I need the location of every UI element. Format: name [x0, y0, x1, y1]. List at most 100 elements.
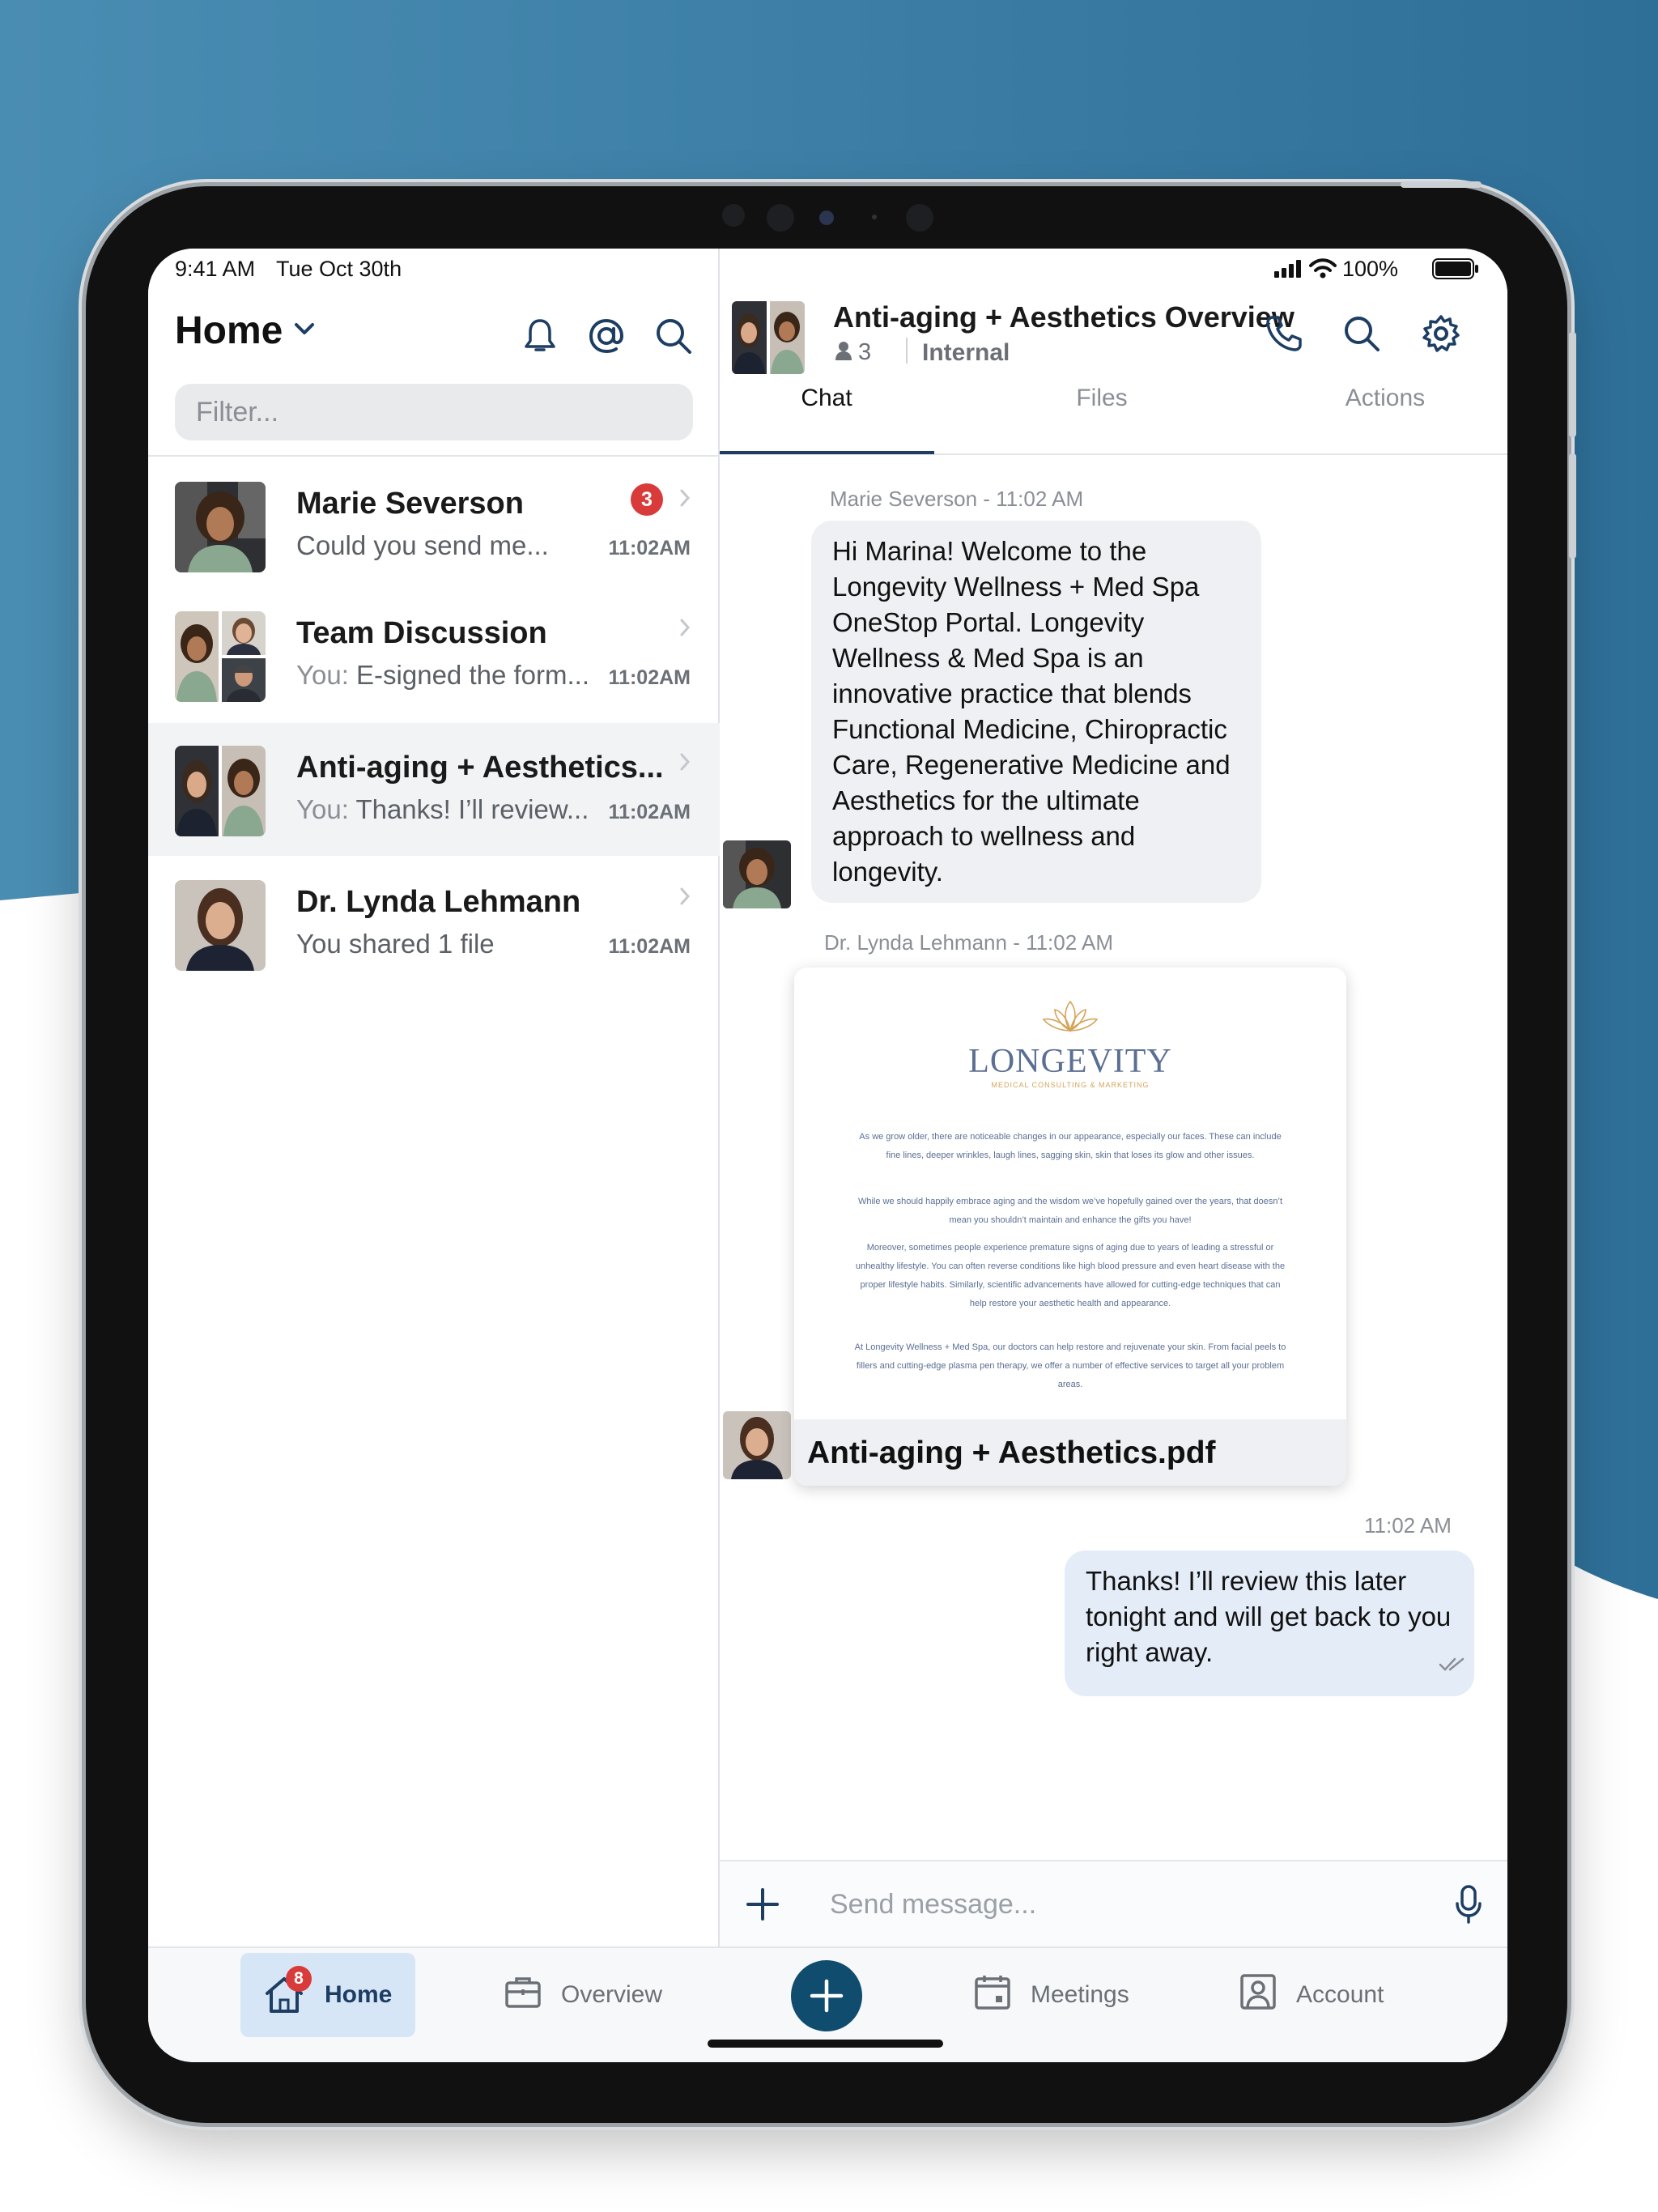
microphone-icon[interactable]: [1448, 1882, 1489, 1926]
file-attachment[interactable]: LONGEVITY MEDICAL CONSULTING & MARKETING…: [794, 968, 1346, 1486]
tab-label: Home: [325, 1981, 393, 2008]
message-bubble[interactable]: Hi Marina! Welcome to the Longevity Well…: [811, 521, 1261, 903]
chevron-right-icon: [679, 618, 691, 641]
conversation-name: Team Discussion: [296, 616, 547, 650]
conversation-time: 11:02AM: [608, 666, 691, 689]
tab-account[interactable]: Account: [1239, 1953, 1418, 2037]
signal-icon: [1274, 260, 1303, 282]
sender-avatar: [723, 840, 791, 908]
status-time: 9:41 AM: [175, 257, 256, 281]
active-tab-indicator: [720, 451, 934, 454]
tab-meetings[interactable]: Meetings: [974, 1953, 1168, 2037]
logo-tagline: MEDICAL CONSULTING & MARKETING: [991, 1081, 1150, 1089]
conversation-preview: You: Thanks! I’ll review...: [296, 794, 589, 825]
header-separator: [906, 338, 908, 364]
conversation-name: Marie Severson: [296, 487, 524, 521]
person-icon: [835, 341, 852, 364]
logo-wordmark: LONGEVITY: [968, 1043, 1172, 1080]
document-preview: LONGEVITY MEDICAL CONSULTING & MARKETING…: [794, 968, 1346, 1419]
visibility-label: Internal: [922, 339, 1010, 366]
bell-icon[interactable]: [516, 312, 564, 360]
conversation-time: 11:02AM: [608, 935, 691, 958]
search-icon[interactable]: [648, 310, 699, 362]
tab-actions[interactable]: Actions: [1278, 385, 1492, 412]
screen: 9:41 AM Tue Oct 30th Home Filter... Mari…: [148, 249, 1507, 2062]
file-name: Anti-aging + Aesthetics.pdf: [794, 1419, 1346, 1486]
conversation-name: Dr. Lynda Lehmann: [296, 885, 581, 919]
conversation-name: Anti-aging + Aesthetics...: [296, 751, 664, 785]
avatar: [175, 880, 266, 971]
document-paragraph: While we should happily embrace aging an…: [857, 1197, 1283, 1225]
conversation-preview: You: E-signed the form...: [296, 660, 589, 691]
conversation-preview: Could you send me...: [296, 530, 549, 560]
conversation-marie-severson[interactable]: Marie Severson 3 Could you send me... 11…: [148, 459, 720, 592]
calendar-icon: [974, 1973, 1011, 2017]
message-meta: 11:02 AM: [1364, 1513, 1452, 1538]
tab-label: Overview: [561, 1981, 663, 2008]
battery-icon: [1432, 258, 1479, 283]
flash: [906, 204, 933, 232]
chat-title: Anti-aging + Aesthetics Overview: [833, 300, 1295, 334]
message-meta: Dr. Lynda Lehmann - 11:02 AM: [824, 930, 1113, 955]
conversation-list-pane: 9:41 AM Tue Oct 30th Home Filter... Mari…: [148, 249, 720, 1946]
document-paragraph: As we grow older, there are noticeable c…: [859, 1132, 1282, 1160]
preview-prefix: You:: [296, 794, 349, 824]
search-icon[interactable]: [1337, 308, 1387, 359]
filter-input[interactable]: Filter...: [175, 384, 693, 440]
chevron-down-icon: [294, 321, 315, 340]
conversation-dr-lynda-lehmann[interactable]: Dr. Lynda Lehmann You shared 1 file 11:0…: [148, 857, 720, 990]
account-icon: [1239, 1973, 1277, 2017]
camera-lens: [767, 204, 794, 232]
tab-home[interactable]: 8 Home: [240, 1953, 415, 2037]
plus-icon: [810, 1979, 844, 2013]
home-badge: 8: [286, 1966, 312, 1992]
volume-down-button: [1569, 453, 1576, 559]
conversation-team-discussion[interactable]: Team Discussion You: E-signed the form..…: [148, 589, 720, 721]
conversation-anti-aging[interactable]: Anti-aging + Aesthetics... You: Thanks! …: [148, 723, 720, 856]
home-indicator[interactable]: [708, 2040, 943, 2048]
tab-overview[interactable]: Overview: [504, 1953, 691, 2037]
document-paragraph: At Longevity Wellness + Med Spa, our doc…: [854, 1342, 1286, 1389]
home-icon: 8: [263, 1966, 312, 2016]
unread-badge: 3: [631, 483, 663, 516]
camera-sensor: [819, 211, 834, 225]
list-divider: [148, 455, 720, 457]
tab-label: Meetings: [1031, 1981, 1129, 2008]
document-paragraph: Moreover, sometimes people experience pr…: [855, 1243, 1286, 1308]
group-avatar: [175, 611, 266, 702]
chat-group-avatar: [732, 301, 805, 374]
home-title: Home: [175, 309, 283, 352]
volume-up-button: [1569, 332, 1576, 437]
tab-files[interactable]: Files: [995, 385, 1209, 412]
message-bubble[interactable]: Thanks! I’ll review this later tonight a…: [1065, 1551, 1474, 1696]
chevron-right-icon: [679, 752, 691, 776]
avatar: [175, 482, 266, 572]
conversation-time: 11:02AM: [608, 801, 691, 823]
message-meta: Marie Severson - 11:02 AM: [830, 487, 1084, 511]
conversation-time: 11:02AM: [608, 537, 691, 559]
preview-text: Thanks! I’ll review...: [355, 794, 589, 824]
battery-percent: 100%: [1342, 257, 1399, 281]
status-date: Tue Oct 30th: [276, 257, 402, 281]
conversation-preview: You shared 1 file: [296, 929, 495, 959]
preview-prefix: You:: [296, 660, 349, 690]
chevron-right-icon: [679, 887, 691, 910]
camera-dot: [722, 204, 745, 227]
group-avatar: [175, 746, 266, 836]
plus-icon[interactable]: [742, 1884, 783, 1925]
gear-icon[interactable]: [1416, 308, 1466, 359]
top-button: [1401, 181, 1482, 188]
read-receipt-icon: [1439, 1656, 1468, 1676]
compose-button[interactable]: [791, 1960, 862, 2031]
tab-label: Account: [1296, 1981, 1384, 2008]
camera-dot-small: [872, 215, 877, 219]
message-composer: Send message...: [720, 1860, 1507, 1946]
preview-text: E-signed the form...: [356, 660, 589, 690]
mention-icon[interactable]: [580, 310, 632, 362]
tab-chat[interactable]: Chat: [720, 385, 933, 412]
home-dropdown[interactable]: Home: [175, 308, 315, 353]
message-input[interactable]: Send message...: [830, 1889, 1036, 1921]
phone-icon[interactable]: [1261, 310, 1307, 357]
sender-avatar: [723, 1411, 791, 1479]
lotus-logo-icon: [1037, 998, 1103, 1041]
